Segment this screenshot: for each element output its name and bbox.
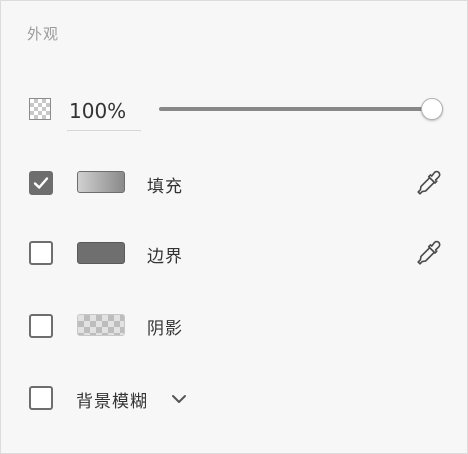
fill-eyedropper-icon[interactable]: [415, 168, 445, 198]
border-color-swatch[interactable]: [77, 242, 125, 264]
section-title: 外观: [27, 25, 60, 43]
shadow-label: 阴影: [147, 319, 183, 339]
appearance-panel: 外观 填充 边界 阴影 背景模糊: [0, 0, 468, 454]
background-blur-checkbox[interactable]: [29, 386, 53, 410]
transparency-checker-icon: [29, 98, 51, 120]
opacity-slider-thumb[interactable]: [421, 98, 443, 120]
fill-color-swatch[interactable]: [77, 171, 125, 193]
background-blur-label[interactable]: 背景模糊: [76, 387, 148, 412]
border-checkbox[interactable]: [29, 241, 53, 265]
checkmark-icon: [33, 177, 49, 189]
chevron-down-icon[interactable]: [170, 390, 188, 408]
opacity-slider-track[interactable]: [159, 107, 431, 111]
fill-label: 填充: [147, 177, 183, 197]
border-eyedropper-icon[interactable]: [415, 238, 445, 268]
border-label: 边界: [147, 247, 183, 267]
fill-checkbox[interactable]: [29, 171, 53, 195]
opacity-input[interactable]: [67, 91, 141, 131]
shadow-color-swatch[interactable]: [77, 314, 125, 336]
shadow-checkbox[interactable]: [29, 314, 53, 338]
